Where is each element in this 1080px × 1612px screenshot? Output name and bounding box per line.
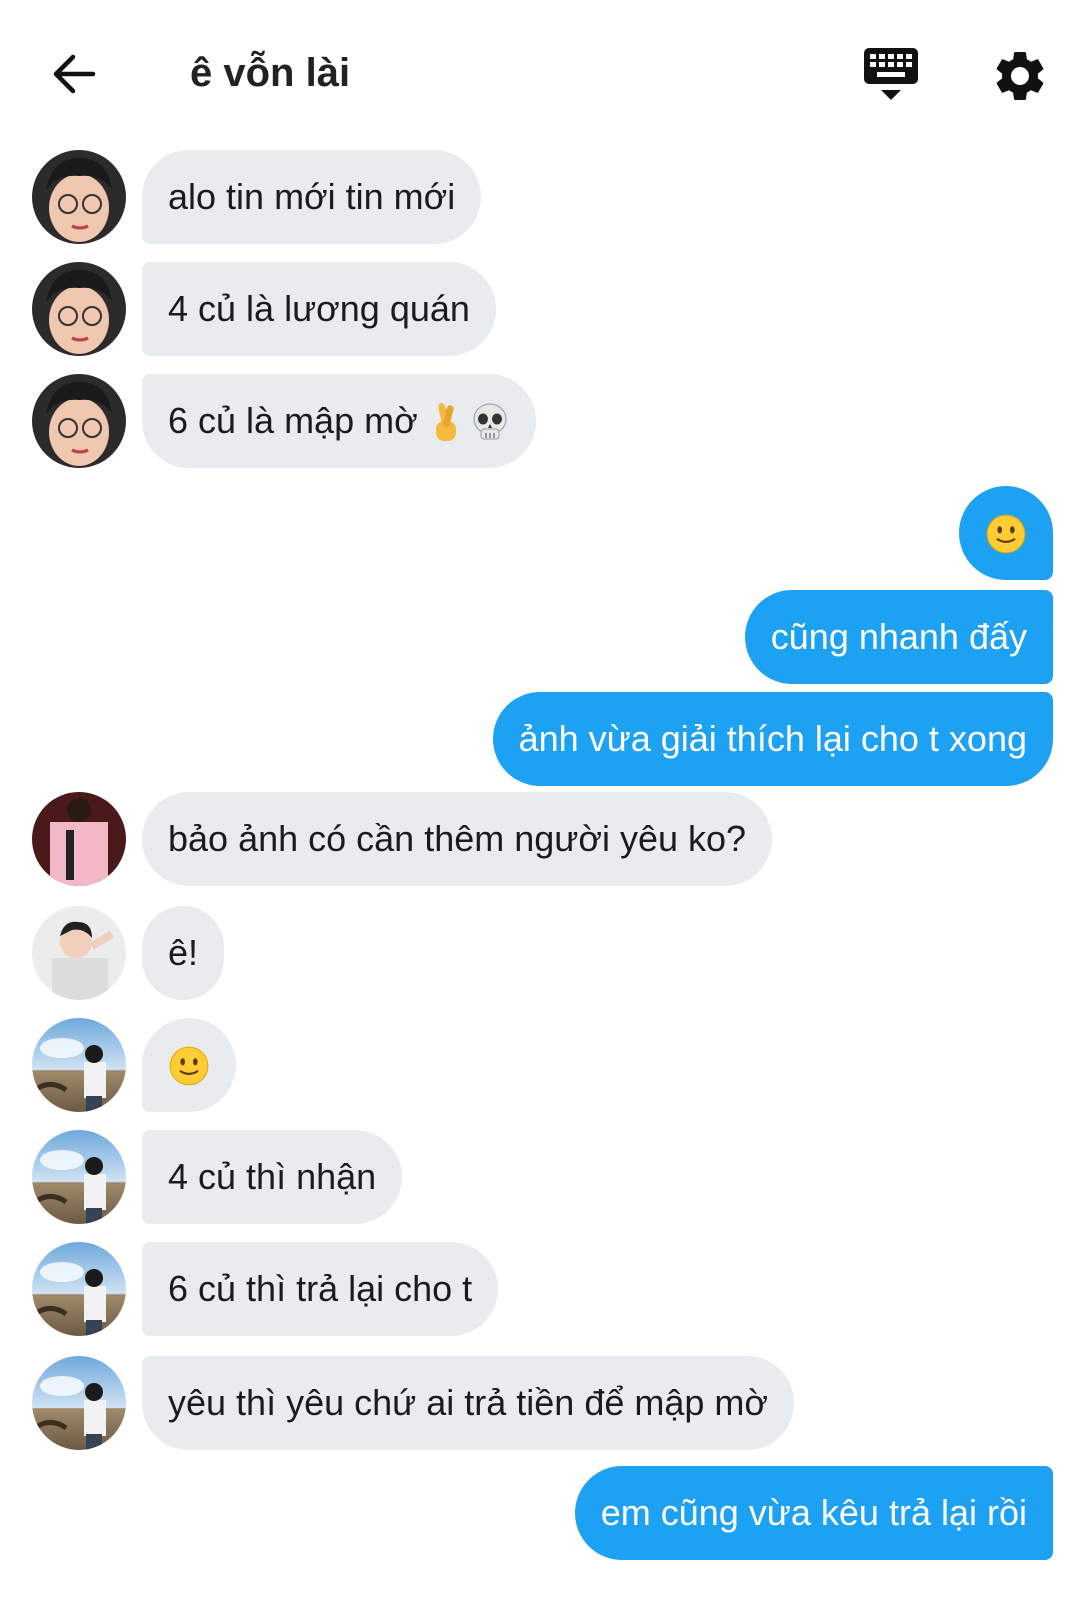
avatar[interactable] bbox=[32, 1130, 126, 1224]
slight-smile-emoji-wrap bbox=[985, 511, 1027, 555]
message-bubble[interactable]: ê! bbox=[142, 906, 225, 1000]
avatar[interactable] bbox=[32, 1242, 126, 1336]
message-text: 4 củ là lương quán bbox=[168, 288, 470, 329]
message-bubble[interactable]: bảo ảnh có cần thêm người yêu ko? bbox=[142, 792, 773, 886]
avatar[interactable] bbox=[32, 262, 126, 356]
outgoing-message: cũng nhanh đấy bbox=[0, 590, 1080, 684]
message-bubble[interactable]: 4 củ thì nhận bbox=[142, 1130, 403, 1224]
incoming-message: alo tin mới tin mới bbox=[0, 150, 1080, 244]
message-bubble[interactable]: alo tin mới tin mới bbox=[142, 150, 482, 244]
incoming-message bbox=[0, 1018, 1080, 1112]
avatar[interactable] bbox=[32, 150, 126, 244]
outgoing-message: ảnh vừa giải thích lại cho t xong bbox=[0, 692, 1080, 786]
slight-smile-emoji-wrap bbox=[168, 1043, 210, 1087]
outgoing-message: em cũng vừa kêu trả lại rồi bbox=[0, 1466, 1080, 1560]
message-text: 4 củ thì nhận bbox=[168, 1156, 377, 1197]
avatar[interactable] bbox=[32, 374, 126, 468]
avatar[interactable] bbox=[32, 1356, 126, 1450]
message-bubble[interactable]: 6 củ thì trả lại cho t bbox=[142, 1242, 499, 1336]
avatar[interactable] bbox=[32, 906, 126, 1000]
incoming-message: ê! bbox=[0, 906, 1080, 1000]
incoming-message: 6 củ thì trả lại cho t bbox=[0, 1242, 1080, 1336]
incoming-message: 4 củ thì nhận bbox=[0, 1130, 1080, 1224]
message-text: bảo ảnh có cần thêm người yêu ko? bbox=[168, 818, 747, 859]
message-text: ê! bbox=[168, 932, 199, 973]
message-text: em cũng vừa kêu trả lại rồi bbox=[600, 1492, 1027, 1533]
skull-emoji-wrap bbox=[470, 399, 510, 443]
skull-emoji bbox=[473, 403, 507, 440]
avatar[interactable] bbox=[32, 792, 126, 886]
message-text: ảnh vừa giải thích lại cho t xong bbox=[518, 718, 1027, 759]
message-text: cũng nhanh đấy bbox=[770, 616, 1027, 657]
incoming-message: bảo ảnh có cần thêm người yêu ko? bbox=[0, 792, 1080, 886]
message-bubble[interactable] bbox=[959, 486, 1053, 580]
message-bubble[interactable]: yêu thì yêu chứ ai trả tiền để mập mờ bbox=[142, 1356, 794, 1450]
message-text: yêu thì yêu chứ ai trả tiền để mập mờ bbox=[168, 1382, 768, 1423]
outgoing-message bbox=[0, 486, 1080, 580]
message-bubble[interactable]: em cũng vừa kêu trả lại rồi bbox=[574, 1466, 1053, 1560]
message-bubble[interactable]: 6 củ là mập mờ bbox=[142, 374, 536, 468]
message-bubble[interactable] bbox=[142, 1018, 236, 1112]
incoming-message: 6 củ là mập mờ bbox=[0, 374, 1080, 468]
incoming-message: yêu thì yêu chứ ai trả tiền để mập mờ bbox=[0, 1356, 1080, 1450]
avatar[interactable] bbox=[32, 1018, 126, 1112]
message-text: 6 củ là mập mờ bbox=[168, 400, 418, 441]
crossed-fingers-emoji-wrap bbox=[430, 399, 464, 443]
message-text: 6 củ thì trả lại cho t bbox=[168, 1268, 473, 1309]
message-bubble[interactable]: cũng nhanh đấy bbox=[744, 590, 1053, 684]
slight-smile-emoji bbox=[986, 514, 1026, 554]
slight-smile-emoji bbox=[169, 1046, 209, 1086]
incoming-message: 4 củ là lương quán bbox=[0, 262, 1080, 356]
message-list[interactable]: alo tin mới tin mới 4 củ là lương quán 6 c… bbox=[0, 0, 1080, 1612]
crossed-fingers-emoji bbox=[435, 403, 456, 442]
message-bubble[interactable]: ảnh vừa giải thích lại cho t xong bbox=[492, 692, 1053, 786]
message-bubble[interactable]: 4 củ là lương quán bbox=[142, 262, 496, 356]
message-text: alo tin mới tin mới bbox=[168, 176, 456, 217]
